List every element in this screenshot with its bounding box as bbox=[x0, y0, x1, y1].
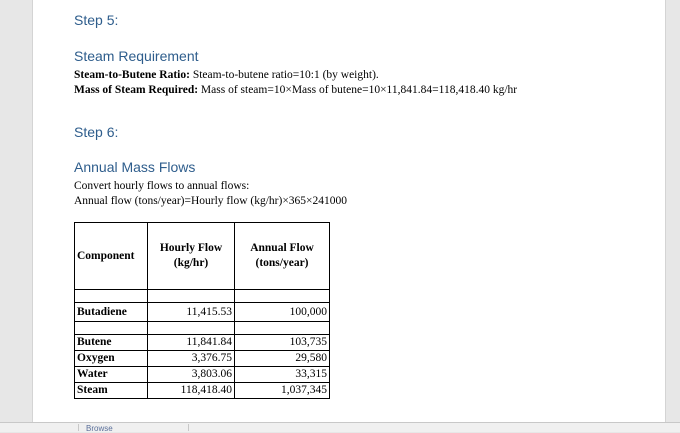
col-header-component: Component bbox=[74, 222, 148, 290]
table-row: Water 3,803.06 33,315 bbox=[74, 366, 330, 383]
cell-component: Butadiene bbox=[74, 302, 148, 322]
col-header-annual: Annual Flow (tons/year) bbox=[234, 222, 330, 290]
annual-mass-flows-heading: Annual Mass Flows bbox=[74, 159, 196, 175]
steam-ratio-label: Steam-to-Butene Ratio: bbox=[74, 69, 190, 81]
table-row: Butadiene 11,415.53 100,000 bbox=[74, 302, 330, 322]
table-spacer-row bbox=[74, 289, 330, 303]
table-spacer-row bbox=[74, 321, 330, 335]
table-row: Steam 118,418.40 1,037,345 bbox=[74, 382, 330, 399]
cell-annual: 100,000 bbox=[234, 302, 330, 322]
steam-mass-text: Mass of steam=10×Mass of butene=10×11,84… bbox=[200, 84, 518, 96]
cell-annual: 33,315 bbox=[234, 366, 330, 383]
browse-tab[interactable]: Browse bbox=[86, 424, 113, 433]
steam-mass-label: Mass of Steam Required: bbox=[74, 84, 199, 96]
cell-hourly: 11,415.53 bbox=[147, 302, 235, 322]
cell-component: Oxygen bbox=[74, 350, 148, 367]
col-header-annual-line1: Annual Flow bbox=[250, 242, 314, 254]
convert-intro-text: Convert hourly flows to annual flows: bbox=[74, 180, 250, 192]
col-header-hourly-line1: Hourly Flow bbox=[159, 242, 223, 254]
step6-heading: Step 6: bbox=[74, 124, 119, 140]
table-header-row: Component Hourly Flow (kg/hr) Annual Flo… bbox=[74, 222, 330, 290]
col-header-annual-line2: (tons/year) bbox=[255, 257, 309, 269]
annual-flow-formula: Annual flow (tons/year)=Hourly flow (kg/… bbox=[74, 195, 348, 207]
steam-ratio-text: Steam-to-butene ratio=10:1 (by weight). bbox=[192, 69, 379, 81]
steam-mass-line: Mass of Steam Required: Mass of steam=10… bbox=[74, 83, 517, 97]
cell-component: Water bbox=[74, 366, 148, 383]
step5-heading: Step 5: bbox=[74, 12, 119, 28]
cell-hourly: 3,803.06 bbox=[147, 366, 235, 383]
tab-divider bbox=[78, 424, 79, 431]
cell-hourly: 3,376.75 bbox=[147, 350, 235, 367]
col-header-hourly: Hourly Flow (kg/hr) bbox=[147, 222, 235, 290]
table-row: Oxygen 3,376.75 29,580 bbox=[74, 350, 330, 367]
cell-component: Butene bbox=[74, 334, 148, 351]
cell-hourly: 11,841.84 bbox=[147, 334, 235, 351]
table-row: Butene 11,841.84 103,735 bbox=[74, 334, 330, 351]
cell-annual: 29,580 bbox=[234, 350, 330, 367]
steam-requirement-heading: Steam Requirement bbox=[74, 48, 199, 64]
cell-hourly: 118,418.40 bbox=[147, 382, 235, 399]
steam-ratio-line: Steam-to-Butene Ratio: Steam-to-butene r… bbox=[74, 68, 379, 82]
annual-flow-table: Component Hourly Flow (kg/hr) Annual Flo… bbox=[74, 222, 330, 399]
cell-annual: 103,735 bbox=[234, 334, 330, 351]
tab-divider bbox=[188, 424, 189, 431]
cell-component: Steam bbox=[74, 382, 148, 399]
col-header-hourly-line2: (kg/hr) bbox=[173, 257, 209, 269]
cell-annual: 1,037,345 bbox=[234, 382, 330, 399]
